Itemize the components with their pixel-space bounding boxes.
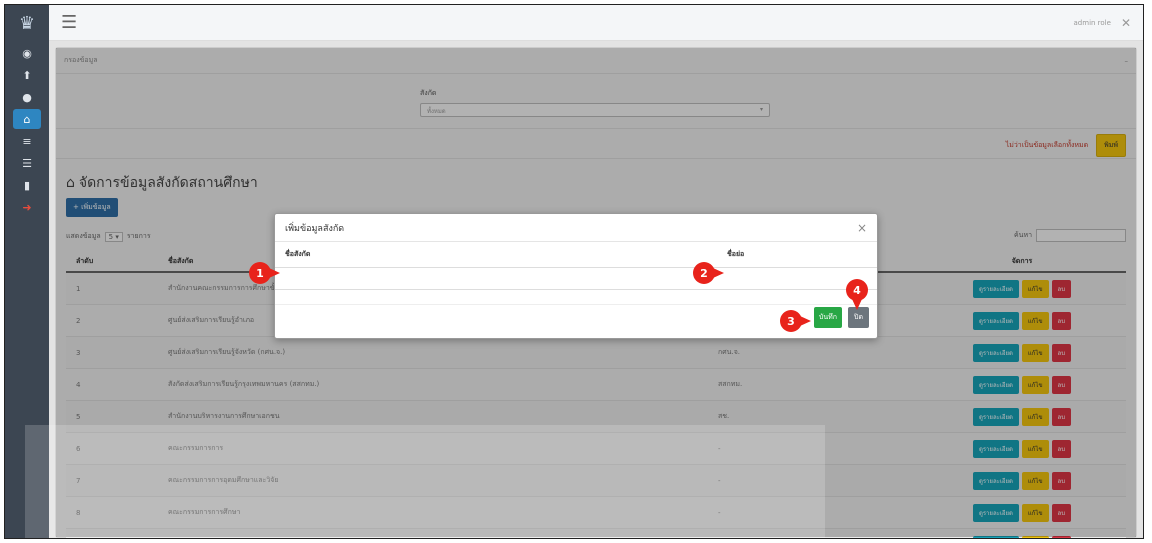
modal-form-inputs [275, 268, 877, 290]
user-name[interactable]: admin role [1074, 19, 1111, 27]
callout-marker-3: 3 [780, 310, 811, 332]
pin-icon[interactable]: ⬆ [5, 65, 49, 85]
watermark [25, 425, 825, 538]
file-icon[interactable]: ▮ [5, 175, 49, 195]
building-icon[interactable]: ⌂ [13, 109, 41, 129]
callout-marker-1: 1 [249, 262, 280, 284]
modal-header: เพิ่มข้อมูลสังกัด × [275, 214, 877, 242]
logout-icon[interactable]: ➜ [5, 197, 49, 217]
modal-form-header: ชื่อสังกัด ชื่อย่อ [275, 242, 877, 268]
close-button[interactable]: ปิด [848, 307, 869, 328]
close-icon[interactable]: ✕ [1121, 16, 1131, 30]
name-column-label: ชื่อสังกัด [285, 250, 311, 258]
list-icon[interactable]: ☰ [5, 153, 49, 173]
close-icon[interactable]: × [857, 221, 867, 235]
modal-title: เพิ่มข้อมูลสังกัด [285, 223, 345, 234]
hamburger-menu-icon[interactable]: ☰ [61, 12, 77, 33]
affiliation-name-input[interactable] [285, 268, 727, 289]
abbr-column-label: ชื่อย่อ [727, 250, 745, 258]
save-button[interactable]: บันทึก [813, 307, 842, 328]
callout-marker-4: 4 [846, 279, 868, 310]
topbar: ☰ admin role ✕ [49, 5, 1143, 41]
logo-icon[interactable]: ♛ [5, 5, 49, 41]
users-icon[interactable]: ● [5, 87, 49, 107]
dashboard-icon[interactable]: ◉ [5, 43, 49, 63]
callout-marker-2: 2 [693, 262, 724, 284]
user-area: admin role ✕ [1074, 16, 1131, 30]
document-icon[interactable]: ≡ [5, 131, 49, 151]
